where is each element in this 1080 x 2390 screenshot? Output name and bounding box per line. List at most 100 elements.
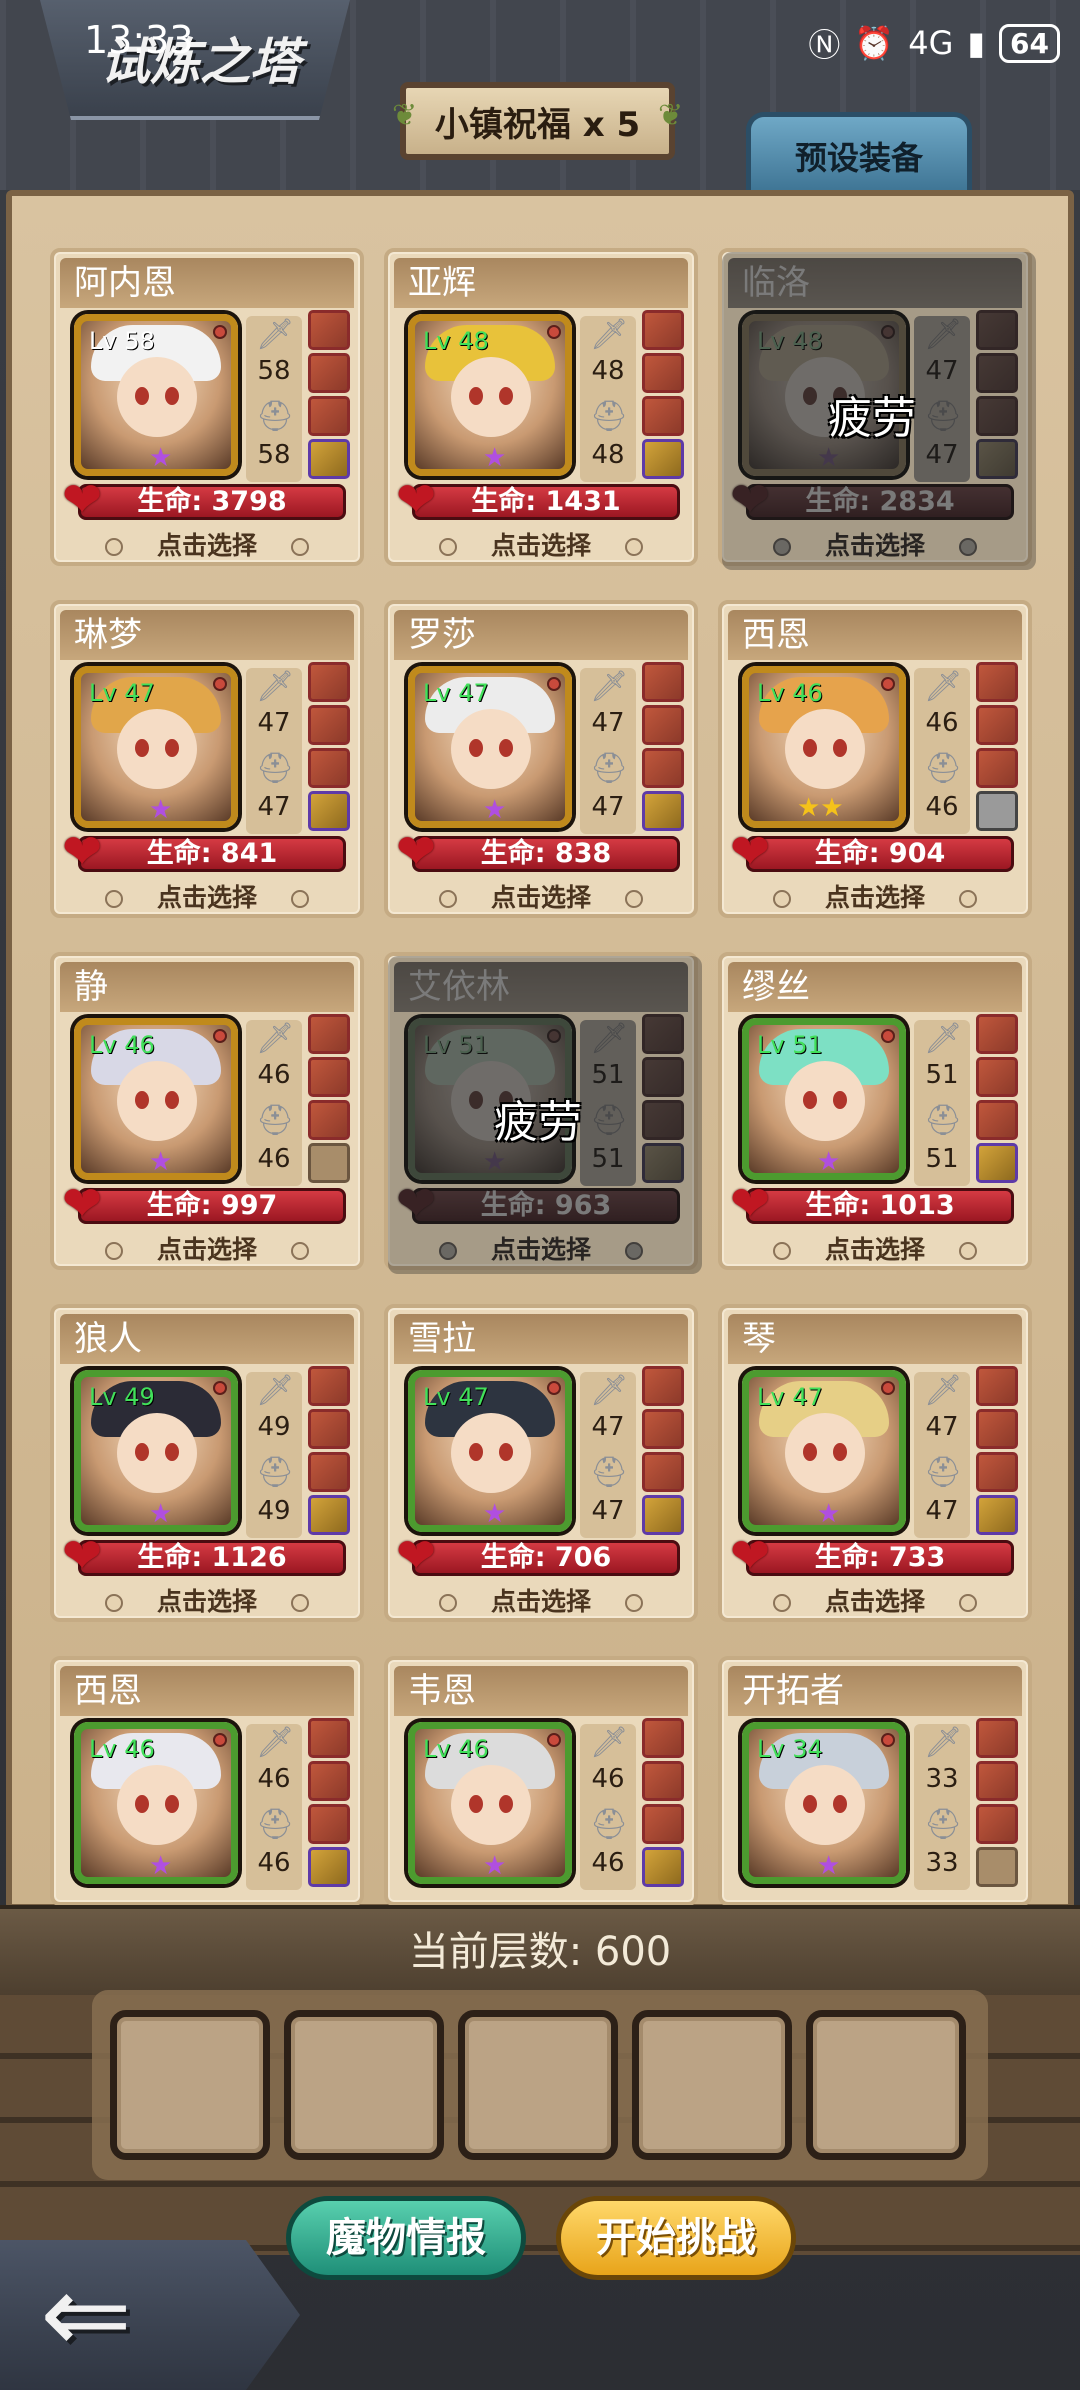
- equipment-slot[interactable]: [976, 1100, 1018, 1140]
- equipment-slot[interactable]: [308, 310, 350, 350]
- equipment-slot[interactable]: [308, 1495, 350, 1535]
- hero-eye: [469, 1795, 483, 1813]
- equipment-column: [308, 310, 352, 479]
- select-row[interactable]: 点击选择: [388, 526, 694, 560]
- select-label: 点击选择: [490, 531, 591, 560]
- start-challenge-button[interactable]: 开始挑战: [556, 2196, 796, 2280]
- hero-card[interactable]: 艾依林 Lv 51 ★ 🗡 51 ⛑ 51 生命: 963 ❤ 点击选择 疲劳: [384, 952, 702, 1274]
- heart-icon: ❤: [730, 1176, 771, 1232]
- hero-card[interactable]: 狼人 Lv 49 ★ 🗡 49 ⛑ 49 生命: 1126 ❤ 点击选择: [50, 1304, 364, 1622]
- equipment-slot[interactable]: [976, 1495, 1018, 1535]
- equipment-slot[interactable]: [976, 1847, 1018, 1887]
- preset-equipment-tab[interactable]: 预设装备: [746, 112, 972, 194]
- equipment-slot[interactable]: [642, 705, 684, 745]
- equipment-slot[interactable]: [308, 1847, 350, 1887]
- equipment-slot[interactable]: [308, 791, 350, 831]
- equipment-slot[interactable]: [976, 1761, 1018, 1801]
- hero-card[interactable]: 亚辉 Lv 48 ★ 🗡 48 ⛑ 48 生命: 1431 ❤ 点击选择: [384, 248, 698, 566]
- hero-card[interactable]: 西恩 Lv 46 ★★ 🗡 46 ⛑ 46 生命: 904 ❤ 点击选择: [718, 600, 1032, 918]
- select-row[interactable]: 点击选择: [722, 1582, 1028, 1616]
- hero-portrait: Lv 47 ★: [408, 666, 572, 828]
- equipment-slot[interactable]: [642, 1761, 684, 1801]
- equipment-slot[interactable]: [308, 1804, 350, 1844]
- equipment-slot[interactable]: [976, 705, 1018, 745]
- equipment-slot[interactable]: [308, 439, 350, 479]
- hero-eye: [499, 1795, 513, 1813]
- equipment-slot[interactable]: [976, 1409, 1018, 1449]
- equipment-slot[interactable]: [308, 1409, 350, 1449]
- equipment-slot[interactable]: [642, 662, 684, 702]
- select-row[interactable]: 点击选择: [388, 1582, 694, 1616]
- team-slot-4[interactable]: [632, 2010, 792, 2160]
- equipment-slot[interactable]: [642, 1452, 684, 1492]
- back-arrow-icon[interactable]: ⇐: [40, 2254, 132, 2374]
- equipment-slot[interactable]: [308, 1718, 350, 1758]
- equipment-slot[interactable]: [308, 1761, 350, 1801]
- heart-icon: ❤: [62, 1176, 103, 1232]
- hero-card[interactable]: 缪丝 Lv 51 ★ 🗡 51 ⛑ 51 生命: 1013 ❤ 点击选择: [718, 952, 1032, 1270]
- hero-card[interactable]: 雪拉 Lv 47 ★ 🗡 47 ⛑ 47 生命: 706 ❤ 点击选择: [384, 1304, 698, 1622]
- equipment-slot[interactable]: [308, 353, 350, 393]
- hero-card[interactable]: 开拓者 Lv 34 ★ 🗡 33 ⛑ 33: [718, 1656, 1032, 1906]
- equipment-slot[interactable]: [976, 1718, 1018, 1758]
- hero-card[interactable]: 韦恩 Lv 46 ★ 🗡 46 ⛑ 46: [384, 1656, 698, 1906]
- team-slot-2[interactable]: [284, 2010, 444, 2160]
- team-slot-5[interactable]: [806, 2010, 966, 2160]
- equipment-slot[interactable]: [642, 1804, 684, 1844]
- equipment-slot[interactable]: [308, 1143, 350, 1183]
- equipment-slot[interactable]: [976, 662, 1018, 702]
- hero-face: [785, 1765, 865, 1845]
- equipment-slot[interactable]: [642, 310, 684, 350]
- equipment-slot[interactable]: [642, 1409, 684, 1449]
- hero-card[interactable]: 西恩 Lv 46 ★ 🗡 46 ⛑ 46: [50, 1656, 364, 1906]
- hp-bar: 生命: 706: [412, 1540, 680, 1576]
- equipment-slot[interactable]: [308, 1057, 350, 1097]
- hero-card[interactable]: 静 Lv 46 ★ 🗡 46 ⛑ 46 生命: 997 ❤ 点击选择: [50, 952, 364, 1270]
- equipment-slot[interactable]: [642, 1847, 684, 1887]
- equipment-slot[interactable]: [642, 396, 684, 436]
- equipment-slot[interactable]: [308, 1366, 350, 1406]
- equipment-slot[interactable]: [308, 748, 350, 788]
- equipment-slot[interactable]: [976, 1143, 1018, 1183]
- equipment-slot[interactable]: [976, 1452, 1018, 1492]
- equipment-slot[interactable]: [642, 353, 684, 393]
- equipment-slot[interactable]: [976, 1804, 1018, 1844]
- equipment-slot[interactable]: [308, 1100, 350, 1140]
- equipment-slot[interactable]: [642, 748, 684, 788]
- hero-stats: 🗡 46 ⛑ 46: [246, 1724, 302, 1890]
- select-row[interactable]: 点击选择: [54, 526, 360, 560]
- equipment-slot[interactable]: [976, 1366, 1018, 1406]
- select-row[interactable]: 点击选择: [388, 878, 694, 912]
- equipment-slot[interactable]: [976, 1057, 1018, 1097]
- team-slot-3[interactable]: [458, 2010, 618, 2160]
- equipment-slot[interactable]: [308, 1452, 350, 1492]
- select-row[interactable]: 点击选择: [54, 1230, 360, 1264]
- equipment-slot[interactable]: [308, 1014, 350, 1054]
- hp-bar: 生命: 1013: [746, 1188, 1014, 1224]
- hero-card[interactable]: 阿内恩 Lv 58 ★ 🗡 58 ⛑ 58 生命: 3798 ❤ 点击选择: [50, 248, 364, 566]
- defense-value: 46: [257, 1144, 291, 1174]
- equipment-slot[interactable]: [642, 1495, 684, 1535]
- select-row[interactable]: 点击选择: [722, 1230, 1028, 1264]
- select-row[interactable]: 点击选择: [54, 1582, 360, 1616]
- select-row[interactable]: 点击选择: [722, 878, 1028, 912]
- lock-icon[interactable]: [976, 791, 1018, 831]
- equipment-slot[interactable]: [308, 662, 350, 702]
- hero-card[interactable]: 琳梦 Lv 47 ★ 🗡 47 ⛑ 47 生命: 841 ❤ 点击选择: [50, 600, 364, 918]
- hero-card[interactable]: 临洛 Lv 48 ★ 🗡 47 ⛑ 47 生命: 2834 ❤ 点击选择 疲劳: [718, 248, 1036, 570]
- hero-name: 韦恩: [394, 1666, 688, 1716]
- hero-card[interactable]: 罗莎 Lv 47 ★ 🗡 47 ⛑ 47 生命: 838 ❤ 点击选择: [384, 600, 698, 918]
- monster-info-button[interactable]: 魔物情报: [286, 2196, 526, 2280]
- equipment-slot[interactable]: [642, 1718, 684, 1758]
- equipment-slot[interactable]: [308, 396, 350, 436]
- equipment-slot[interactable]: [976, 1014, 1018, 1054]
- equipment-slot[interactable]: [976, 748, 1018, 788]
- attack-value: 47: [257, 708, 291, 738]
- equipment-slot[interactable]: [642, 1366, 684, 1406]
- equipment-slot[interactable]: [308, 705, 350, 745]
- team-slot-1[interactable]: [110, 2010, 270, 2160]
- select-row[interactable]: 点击选择: [54, 878, 360, 912]
- hero-card[interactable]: 琴 Lv 47 ★ 🗡 47 ⛑ 47 生命: 733 ❤ 点击选择: [718, 1304, 1032, 1622]
- equipment-slot[interactable]: [642, 791, 684, 831]
- equipment-slot[interactable]: [642, 439, 684, 479]
